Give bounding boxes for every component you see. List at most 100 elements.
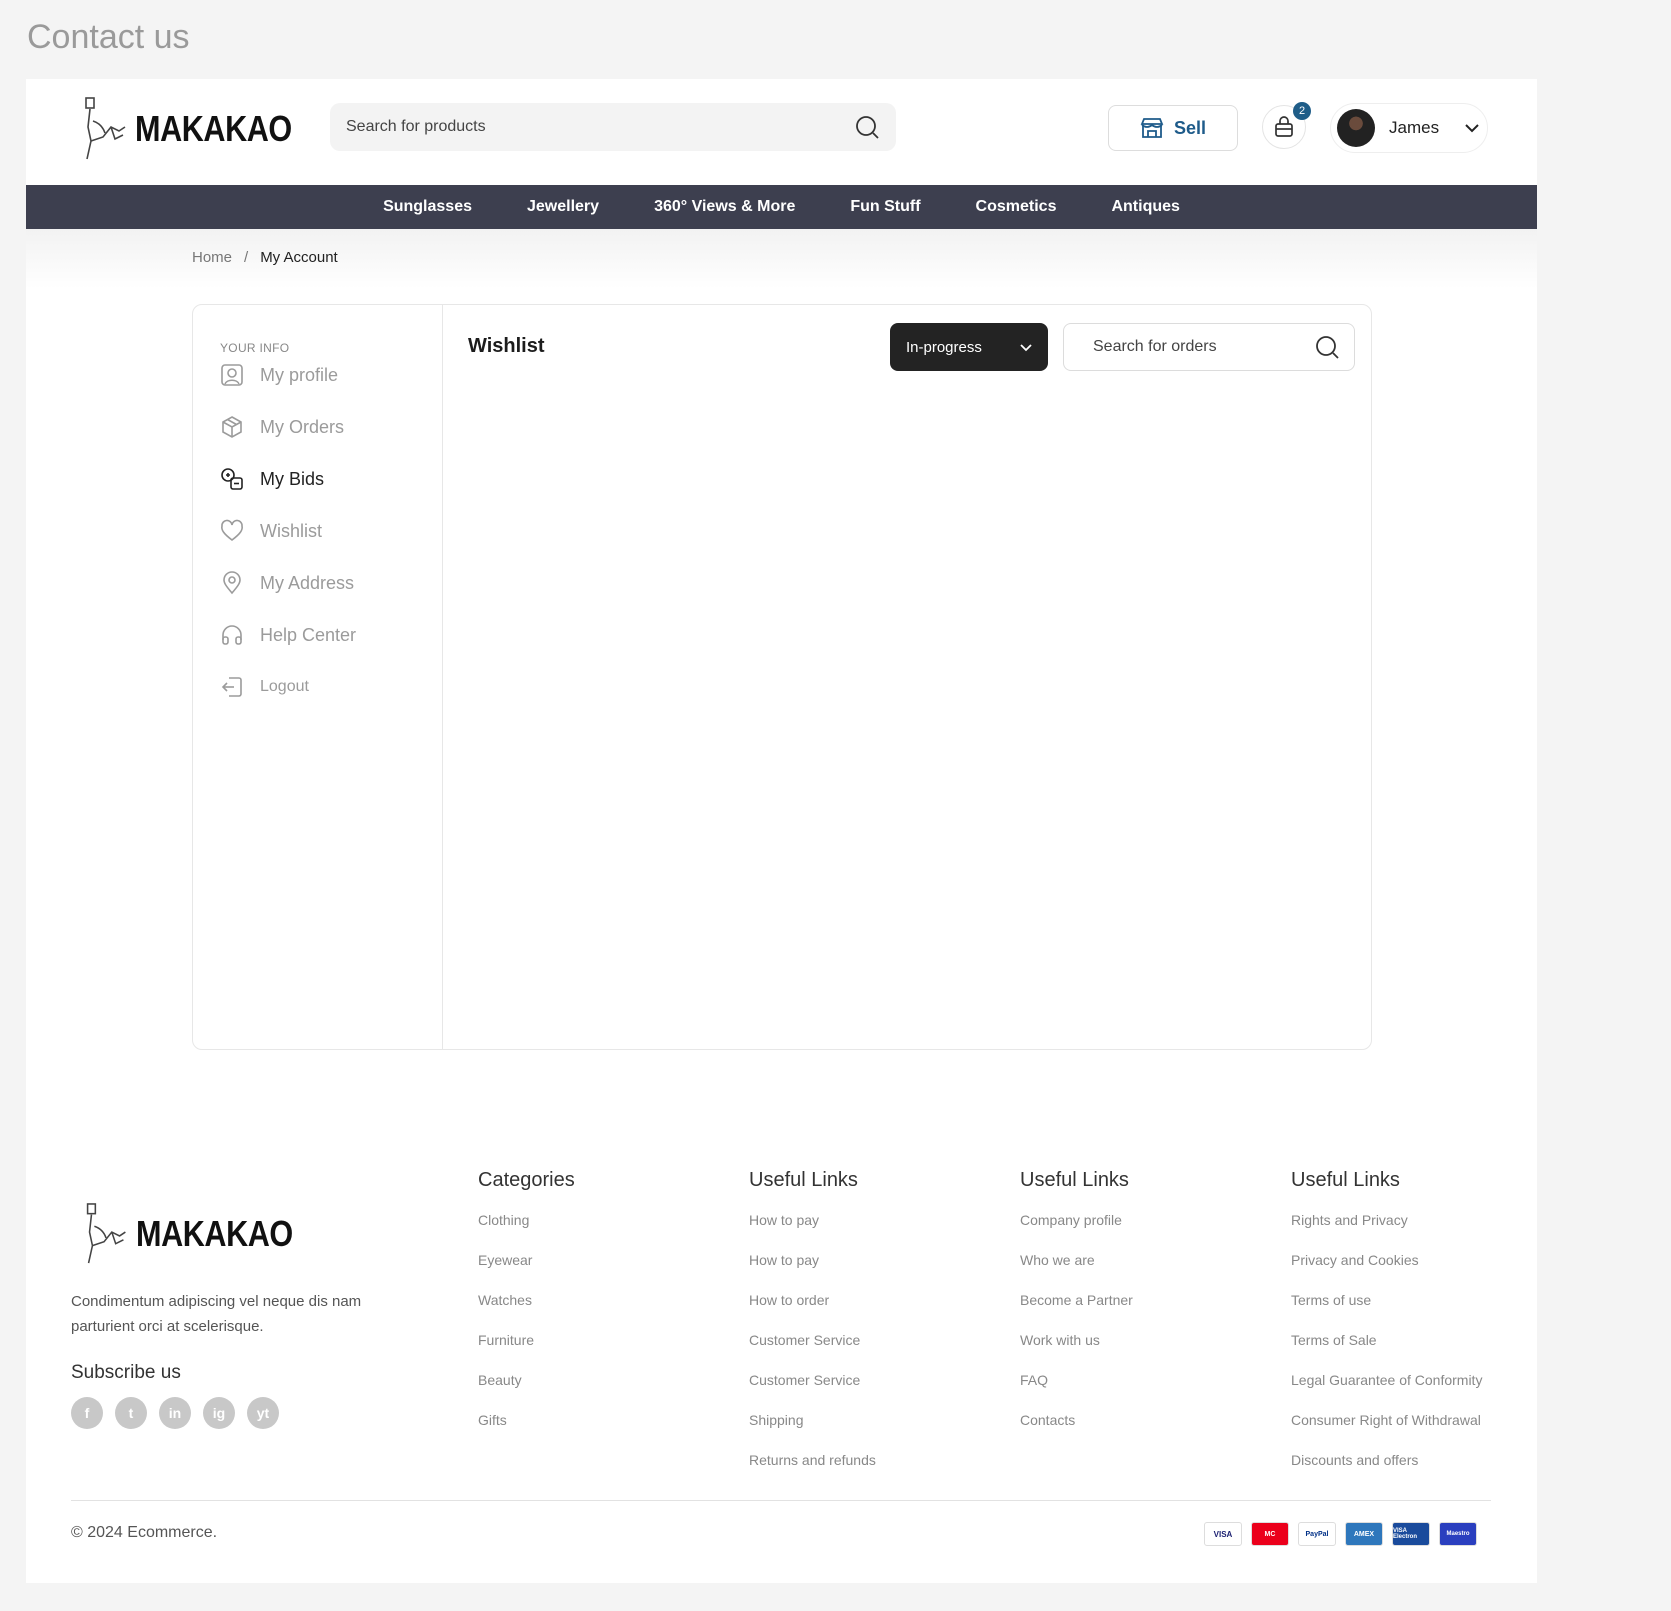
footer-column-useful-links-1: Useful Links How to pay How to pay How t… (749, 1169, 876, 1490)
nav-item-jewellery[interactable]: Jewellery (527, 198, 599, 216)
footer-link[interactable]: Terms of Sale (1291, 1330, 1482, 1370)
footer-link[interactable]: Who we are (1020, 1250, 1133, 1290)
order-search-input[interactable]: Search for orders (1063, 323, 1355, 371)
nav-item-sunglasses[interactable]: Sunglasses (383, 198, 472, 216)
footer-link[interactable]: Work with us (1020, 1330, 1133, 1370)
footer-link[interactable]: Company profile (1020, 1210, 1133, 1250)
sidebar-item-label: Help Center (260, 624, 357, 645)
footer-link[interactable]: Customer Service (749, 1330, 876, 1370)
footer-column-useful-links-3: Useful Links Rights and Privacy Privacy … (1291, 1169, 1482, 1490)
nav-item-360-views[interactable]: 360° Views & More (654, 198, 795, 216)
box-icon (222, 416, 242, 438)
footer-link[interactable]: Terms of use (1291, 1290, 1482, 1330)
page-title: Wishlist (468, 335, 545, 357)
footer-logo[interactable]: MAKAKAO (82, 1203, 320, 1265)
avatar (1337, 109, 1375, 147)
social-links: f t in ig yt (71, 1397, 279, 1429)
sidebar-item-label: Logout (260, 678, 309, 695)
footer-column-useful-links-2: Useful Links Company profile Who we are … (1020, 1169, 1133, 1450)
visa-electron-icon: VISA Electron (1392, 1522, 1430, 1546)
footer-link[interactable]: Watches (478, 1290, 575, 1330)
copyright: © 2024 Ecommerce. (71, 1524, 218, 1541)
page: MAKAKAO Search for products Sell 2 James (26, 79, 1537, 1583)
footer-link[interactable]: FAQ (1020, 1370, 1133, 1410)
chevron-down-icon (1020, 344, 1032, 352)
footer-divider (71, 1500, 1491, 1501)
footer-link[interactable]: Beauty (478, 1370, 575, 1410)
footer-link[interactable]: Rights and Privacy (1291, 1210, 1482, 1250)
sidebar-item-my-address[interactable]: My Address (220, 571, 354, 595)
sidebar-heading: YOUR INFO (220, 341, 290, 355)
user-menu[interactable]: James (1330, 103, 1488, 153)
visa-icon: VISA (1204, 1522, 1242, 1546)
linkedin-icon[interactable]: in (159, 1397, 191, 1429)
bids-icon (221, 468, 243, 490)
frame-title: Contact us (27, 18, 190, 56)
footer-link[interactable]: Furniture (478, 1330, 575, 1370)
footer-link[interactable]: Privacy and Cookies (1291, 1250, 1482, 1290)
chevron-down-icon (1465, 124, 1479, 133)
account-panel: YOUR INFO My profile My Orders My Bids W… (192, 304, 1372, 1050)
footer-link[interactable]: Become a Partner (1020, 1290, 1133, 1330)
logo-text: MAKAKAO (136, 1213, 293, 1254)
youtube-icon[interactable]: yt (247, 1397, 279, 1429)
nav-item-cosmetics[interactable]: Cosmetics (976, 198, 1057, 216)
footer-description: Condimentum adipiscing vel neque dis nam… (71, 1293, 362, 1335)
sidebar-item-label: Wishlist (260, 520, 322, 541)
footer-link[interactable]: Clothing (478, 1210, 575, 1250)
user-name: James (1389, 118, 1440, 137)
subscribe-heading: Subscribe us (71, 1362, 181, 1383)
breadcrumb-home[interactable]: Home (192, 249, 232, 266)
sidebar-item-my-bids[interactable]: My Bids (220, 467, 324, 491)
footer-link[interactable]: Eyewear (478, 1250, 575, 1290)
search-icon[interactable] (1314, 334, 1340, 360)
sidebar-item-label: My Address (260, 572, 355, 593)
footer-link[interactable]: Consumer Right of Withdrawal (1291, 1410, 1482, 1450)
footer-link[interactable]: How to order (749, 1290, 876, 1330)
footer-column-categories: Categories Clothing Eyewear Watches Furn… (478, 1169, 575, 1450)
sidebar-item-label: My Bids (260, 468, 325, 489)
footer-link[interactable]: Customer Service (749, 1370, 876, 1410)
footer-link[interactable]: How to pay (749, 1250, 876, 1290)
footer-link[interactable]: Gifts (478, 1410, 575, 1450)
cart-button[interactable]: 2 (1262, 102, 1311, 149)
nav-item-fun-stuff[interactable]: Fun Stuff (850, 198, 920, 216)
sidebar-item-logout[interactable]: Logout (220, 675, 309, 699)
twitter-icon[interactable]: t (115, 1397, 147, 1429)
headphones-icon (222, 625, 242, 645)
status-filter-select[interactable]: In-progress (890, 323, 1048, 371)
sidebar-item-my-profile[interactable]: My profile (220, 363, 338, 387)
breadcrumb: Home / My Account (192, 249, 338, 266)
order-search-placeholder: Search for orders (1093, 338, 1217, 355)
mastercard-icon: MC (1251, 1522, 1289, 1546)
footer-column-title: Categories (478, 1169, 575, 1191)
sidebar-item-help-center[interactable]: Help Center (220, 623, 356, 647)
facebook-icon[interactable]: f (71, 1397, 103, 1429)
logo-figure-icon (86, 1203, 126, 1264)
footer-link[interactable]: Discounts and offers (1291, 1450, 1482, 1490)
search-icon[interactable] (854, 114, 880, 140)
site-logo[interactable]: MAKAKAO (81, 97, 319, 161)
sidebar-item-label: My profile (260, 364, 339, 385)
cart-count-badge: 2 (1293, 102, 1311, 120)
account-sidebar: YOUR INFO My profile My Orders My Bids W… (193, 305, 443, 1049)
sidebar-item-my-orders[interactable]: My Orders (220, 415, 344, 439)
payment-methods: VISA MC PayPal AMEX VISA Electron Maestr… (1204, 1522, 1477, 1546)
paypal-icon: PayPal (1298, 1522, 1336, 1546)
sell-button[interactable]: Sell (1108, 105, 1238, 151)
product-search-input[interactable]: Search for products (346, 118, 854, 136)
footer-link[interactable]: Returns and refunds (749, 1450, 876, 1490)
sidebar-item-wishlist[interactable]: Wishlist (220, 519, 322, 543)
footer-link[interactable]: How to pay (749, 1210, 876, 1250)
footer-link[interactable]: Contacts (1020, 1410, 1133, 1450)
amex-icon: AMEX (1345, 1522, 1383, 1546)
footer-column-title: Useful Links (1020, 1169, 1129, 1191)
nav-item-antiques[interactable]: Antiques (1111, 198, 1179, 216)
product-search[interactable]: Search for products (330, 103, 896, 151)
instagram-icon[interactable]: ig (203, 1397, 235, 1429)
status-filter-value: In-progress (906, 338, 982, 356)
footer-link[interactable]: Shipping (749, 1410, 876, 1450)
footer-column-title: Useful Links (749, 1169, 858, 1191)
location-icon (223, 571, 241, 595)
footer-link[interactable]: Legal Guarantee of Conformity (1291, 1370, 1482, 1410)
